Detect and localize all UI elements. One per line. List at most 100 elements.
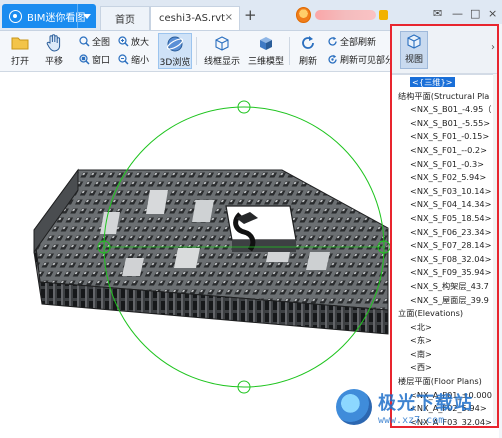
tab-home[interactable]: 首页 [100,6,150,30]
tree-group[interactable]: 结构平面(Structural Pla [392,90,497,104]
tree-item-label: <NX_S_F07_28.14> [410,240,492,251]
tab-close-icon[interactable]: × [225,12,233,23]
tree-item[interactable]: <NX_S_屋面层_39.9 [392,294,497,308]
tree-item-label: <NX_S_屋面层_39.9 [410,294,489,305]
model-viewport[interactable] [0,72,390,438]
add-tab-button[interactable]: + [244,6,257,24]
tree-item[interactable]: <NX_S_F01_-0.3> [392,158,497,172]
tree-group-label: 结构平面(Structural Pla [398,90,490,101]
tree-item[interactable]: <{三维}> [392,76,497,90]
avatar [296,7,312,23]
tree-item-label: <{三维}> [410,77,455,87]
expand-arrow-icon[interactable]: › [491,42,495,53]
tree-item-label: <NX_S_构架层_43.7 [410,280,489,291]
zoom-in-button[interactable]: 放大 [117,35,149,48]
refresh-visible-button[interactable]: 刷新可见部分 [326,53,394,66]
open-button[interactable]: 打开 [4,33,36,69]
wireframe-cube-icon [212,33,232,53]
tab-home-label: 首页 [115,15,135,26]
model-3d-label: 三维模型 [247,57,284,67]
chevron-down-icon [83,13,91,19]
tree-item-label: <东> [410,335,432,346]
view-panel: 视图 › <{三维}> 结构平面(Structural Pla <NX_S_B01_… [390,24,499,428]
browse-3d-label: 3D浏览 [159,58,191,68]
pan-button[interactable]: 平移 [38,33,70,69]
tree-item-label: <NX_S_F09_35.94> [410,267,492,278]
fit-all-icon [78,36,90,48]
zoom-out-label: 缩小 [131,56,150,66]
refresh-all-label: 全部刷新 [340,38,377,48]
tab-document-label: ceshi3-AS.rvt [159,13,226,24]
tree-item[interactable]: <NX_S_F03_10.14> [392,185,497,199]
panel-scrollbar[interactable] [493,74,497,424]
tree-item[interactable]: <NX_S_F08_32.04> [392,253,497,267]
window-zoom-label: 窗口 [92,56,111,66]
tree-group[interactable]: 立面(Elevations) [392,307,497,321]
refresh-all-button[interactable]: 全部刷新 [326,35,376,48]
tree-item[interactable]: <NX_S_F05_18.54> [392,212,497,226]
model-3d-button[interactable]: 三维模型 [246,33,286,69]
zoom-out-icon [117,54,129,66]
toolbar-divider [196,37,197,65]
tree-item[interactable]: <NX_S_F06_23.34> [392,226,497,240]
wireframe-button[interactable]: 线框显示 [202,33,242,69]
toolbar-divider [289,37,290,65]
tree-item[interactable]: <NX_S_F01_--0.2> [392,144,497,158]
panel-divider [392,74,497,75]
tree-item[interactable]: <NX_S_F04_14.34> [392,198,497,212]
view-tree: <{三维}> 结构平面(Structural Pla <NX_S_B01_-4.95… [392,76,497,427]
tab-document[interactable]: ceshi3-AS.rvt × [150,6,240,30]
fit-all-button[interactable]: 全图 [78,35,110,48]
message-icon[interactable]: ✉ [433,7,442,20]
cube-view-icon [407,34,421,49]
tree-item[interactable]: <NX_A_F03_32.04> [392,416,497,427]
tree-item-label: <北> [410,321,432,332]
view-button[interactable]: 视图 [400,31,428,69]
tree-item[interactable]: <南> [392,348,497,362]
tree-item[interactable]: <东> [392,334,497,348]
app-menu-tab[interactable]: BIM迷你看图 [2,4,96,28]
tree-item-label: <NX_S_F01_-0.3> [410,158,485,169]
view-button-label: 视图 [404,55,423,65]
tree-group[interactable]: 楼层平面(Floor Plans) [392,375,497,389]
view-panel-header: 视图 › [392,26,497,74]
window-zoom-button[interactable]: 窗口 [78,53,110,66]
orbit-3d-icon [165,34,185,54]
tree-item-label: <南> [410,348,432,359]
tree-item[interactable]: <NX_S_B01_-5.55> [392,117,497,131]
tree-item[interactable]: <NX_S_F09_35.94> [392,266,497,280]
tree-item[interactable]: <NX_S_F01_-0.15> [392,130,497,144]
folder-icon [10,33,30,53]
tree-item[interactable]: <NX_S_B01_-4.95（ [392,103,497,117]
tree-item[interactable]: <西> [392,361,497,375]
close-window-button[interactable]: × [488,7,497,20]
user-account[interactable] [296,6,388,24]
tree-item-label: <NX_A_F03_32.04> [410,416,492,427]
tree-item[interactable]: <NX_A_F01_±0.000 [392,389,497,403]
refresh-button[interactable]: 刷新 [292,33,324,69]
maximize-button[interactable]: □ [470,7,480,20]
zoom-out-button[interactable]: 缩小 [117,53,149,66]
browse-3d-button[interactable]: 3D浏览 [158,33,192,69]
tree-item-label: <NX_S_F01_--0.2> [410,144,487,155]
open-label: 打开 [10,57,29,67]
tree-item[interactable]: <北> [392,321,497,335]
tree-group-label: 立面(Elevations) [398,308,464,319]
refresh-visible-label: 刷新可见部分 [340,56,395,66]
tree-item[interactable]: <NX_A_F02_5.94> [392,402,497,416]
tree-item-label: <NX_A_F01_±0.000 [410,389,492,400]
tree-item[interactable]: <NX_S_F07_28.14> [392,239,497,253]
solid-cube-icon [256,33,276,53]
tree-item-label: <NX_S_B01_-4.95（ [410,104,492,115]
window-zoom-icon [78,54,90,66]
tree-item-label: <NX_S_F03_10.14> [410,185,492,196]
tree-item[interactable]: <NX_S_构架层_43.7 [392,280,497,294]
tree-item-label: <NX_S_F08_32.04> [410,253,492,264]
refresh-all-icon [326,36,338,48]
tree-item[interactable]: <NX_S_F02_5.94> [392,171,497,185]
hand-icon [44,33,64,53]
username-redacted [315,10,376,20]
minimize-button[interactable]: — [452,7,463,20]
refresh-icon [298,33,318,53]
app-dropdown-button[interactable] [77,4,96,28]
